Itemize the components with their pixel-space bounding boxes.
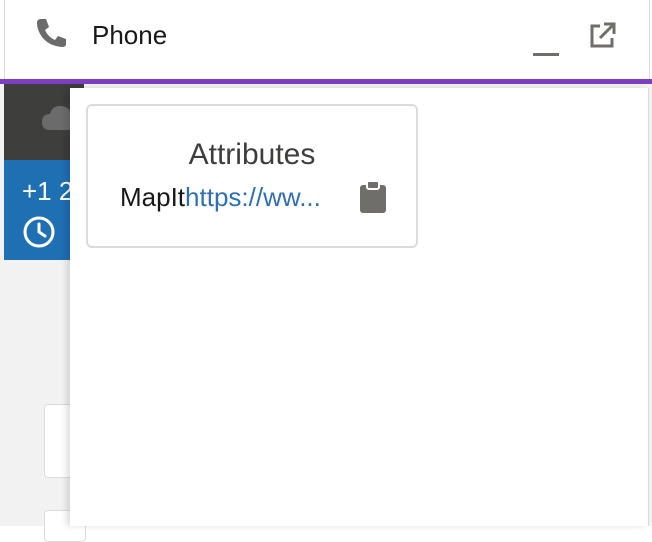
minimize-icon	[533, 53, 559, 56]
header-accent-bar	[0, 79, 652, 84]
popout-icon[interactable]	[586, 20, 618, 52]
call-number: +1 2	[22, 176, 74, 206]
phone-icon	[37, 19, 66, 47]
minimize-button[interactable]	[530, 28, 562, 56]
clock-icon	[23, 216, 55, 248]
attributes-panel: Attributes MapIthttps://ww...	[70, 88, 649, 526]
attributes-title: Attributes	[188, 138, 316, 171]
page-title: Phone	[92, 20, 168, 50]
attributes-card: Attributes MapIthttps://ww...	[86, 104, 418, 248]
attribute-link[interactable]: https://ww...	[185, 182, 321, 212]
clipboard-icon[interactable]	[358, 180, 388, 214]
attribute-name: MapIt	[120, 182, 186, 212]
attribute-row: MapIthttps://ww...	[120, 180, 410, 218]
